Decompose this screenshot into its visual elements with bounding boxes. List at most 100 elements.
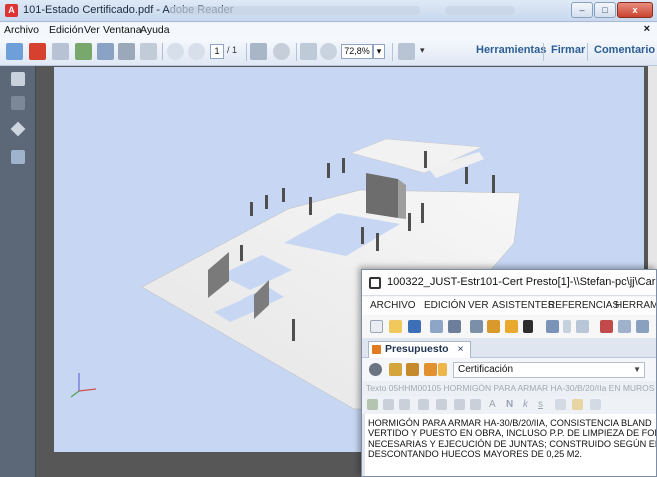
menu-archivo[interactable]: ARCHIVO — [370, 300, 416, 311]
column — [421, 203, 424, 223]
menu-ayuda[interactable]: Ayuda — [140, 24, 170, 36]
underline-button[interactable]: s — [538, 399, 543, 410]
menu-ver[interactable]: VER — [468, 300, 489, 311]
zoom-out-page-icon[interactable] — [300, 43, 317, 60]
page-number-input[interactable]: 1 — [210, 44, 224, 59]
select-tool-icon[interactable] — [250, 43, 267, 60]
menu-edicion[interactable]: EDICIÓN — [424, 300, 466, 311]
document-close-button[interactable]: × — [644, 23, 650, 35]
presto-window: 100322_JUST-Estr101-Cert Presto[1]-\\Ste… — [361, 269, 657, 477]
dropdown-arrow-icon[interactable]: ▼ — [633, 363, 641, 377]
italic-button[interactable]: k — [523, 399, 528, 410]
minimize-button[interactable]: – — [571, 2, 593, 18]
bell-icon[interactable] — [523, 320, 533, 333]
paste-icon[interactable] — [636, 320, 649, 333]
text-line: HORMIGÓN PARA ARMAR HA-30/B/20/IIA, CONS… — [368, 418, 652, 428]
open-file-icon[interactable] — [29, 43, 46, 60]
undo-dropdown-icon[interactable] — [563, 320, 571, 333]
edit-icon[interactable] — [52, 43, 69, 60]
pages-icon[interactable] — [11, 72, 25, 86]
font-style-button[interactable]: A — [489, 399, 496, 410]
menu-referencias[interactable]: REFERENCIAS — [548, 300, 619, 311]
more-tools-arrow[interactable]: ▾ — [420, 45, 425, 56]
wall — [398, 179, 406, 219]
certification-icon[interactable] — [438, 363, 447, 376]
menu-asistentes[interactable]: ASISTENTES — [492, 300, 554, 311]
fit-page-icon[interactable] — [398, 43, 415, 60]
undo-icon[interactable] — [454, 399, 465, 410]
column — [361, 227, 364, 244]
align-icon[interactable] — [436, 399, 447, 410]
model-tree-icon[interactable] — [11, 150, 25, 164]
concept-text[interactable]: HORMIGÓN PARA ARMAR HA-30/B/20/IIA, CONS… — [368, 418, 656, 460]
tools-pane-button[interactable]: Herramientas — [476, 44, 546, 56]
new-file-icon[interactable] — [370, 320, 383, 333]
reader-toolbar: 1 / 1 72,8% ▾ ▾ Herramientas Firmar Come… — [0, 38, 657, 66]
column-icon[interactable] — [424, 363, 437, 376]
menu-edicion[interactable]: Edición — [49, 24, 83, 36]
view-select[interactable]: Certificación ▼ — [453, 362, 645, 378]
next-page-icon[interactable] — [188, 43, 205, 60]
toolbar-separator — [587, 43, 588, 61]
share-icon[interactable] — [75, 43, 92, 60]
save-icon[interactable] — [97, 43, 114, 60]
toolbar-separator — [392, 43, 393, 61]
column — [492, 175, 495, 193]
align-icon[interactable] — [418, 399, 429, 410]
zoom-dropdown[interactable]: ▾ — [373, 44, 385, 59]
redo-icon[interactable] — [470, 399, 481, 410]
format-icon[interactable] — [590, 399, 601, 410]
copy-view-icon[interactable] — [430, 320, 443, 333]
blurred-title-region — [170, 6, 420, 15]
format-icon[interactable] — [399, 399, 410, 410]
axis-triad — [70, 373, 97, 398]
levels-icon[interactable] — [406, 363, 419, 376]
email-icon[interactable] — [140, 43, 157, 60]
print-icon[interactable] — [118, 43, 135, 60]
maximize-button[interactable]: □ — [594, 2, 616, 18]
tab-close-icon[interactable]: × — [458, 343, 464, 355]
tab-presupuesto[interactable]: Presupuesto × — [368, 341, 471, 358]
bold-button[interactable]: N — [506, 399, 513, 410]
editor-margin — [362, 414, 365, 476]
highlight-icon[interactable] — [572, 399, 583, 410]
print-icon[interactable] — [448, 320, 461, 333]
redo-icon[interactable] — [576, 320, 589, 333]
format-icon[interactable] — [383, 399, 394, 410]
open-folder-icon[interactable] — [389, 320, 402, 333]
previous-page-icon[interactable] — [167, 43, 184, 60]
attachments-icon[interactable] — [11, 96, 25, 110]
tools-icon[interactable] — [470, 320, 483, 333]
tree-icon[interactable] — [389, 363, 402, 376]
concept-description-bar: Texto 05HHM00105 HORMIGÓN PARA ARMAR HA-… — [362, 381, 656, 396]
column — [240, 245, 243, 261]
cut-icon[interactable] — [600, 320, 613, 333]
edit-icon[interactable] — [487, 320, 500, 333]
sign-pane-button[interactable]: Firmar — [551, 44, 585, 56]
filter-icon[interactable] — [369, 363, 382, 376]
upper-slab — [350, 138, 483, 174]
blurred-title-region — [445, 6, 515, 15]
format-icon[interactable] — [367, 399, 378, 410]
close-button[interactable]: x — [617, 2, 653, 18]
adobe-reader-icon: A — [5, 4, 18, 17]
navigation-panel — [0, 66, 36, 477]
presto-toolbar — [362, 316, 656, 338]
create-pdf-icon[interactable] — [6, 43, 23, 60]
layers-icon[interactable] — [10, 121, 26, 137]
save-icon[interactable] — [408, 320, 421, 333]
zoom-minus-icon[interactable] — [320, 43, 337, 60]
menu-ver[interactable]: Ver — [84, 24, 100, 36]
window-controls: – □ x — [571, 2, 653, 18]
menu-archivo[interactable]: Archivo — [4, 24, 39, 36]
comment-pane-button[interactable]: Comentario — [594, 44, 655, 56]
menu-herramientas[interactable]: HERRAMIENTAS — [615, 300, 656, 311]
undo-icon[interactable] — [546, 320, 559, 333]
text-color-icon[interactable] — [555, 399, 566, 410]
hand-tool-icon[interactable] — [273, 43, 290, 60]
column — [282, 188, 285, 202]
copy-icon[interactable] — [618, 320, 631, 333]
zoom-input[interactable]: 72,8% — [341, 44, 373, 59]
lock-icon[interactable] — [505, 320, 518, 333]
menu-ventana[interactable]: Ventana — [103, 24, 142, 36]
